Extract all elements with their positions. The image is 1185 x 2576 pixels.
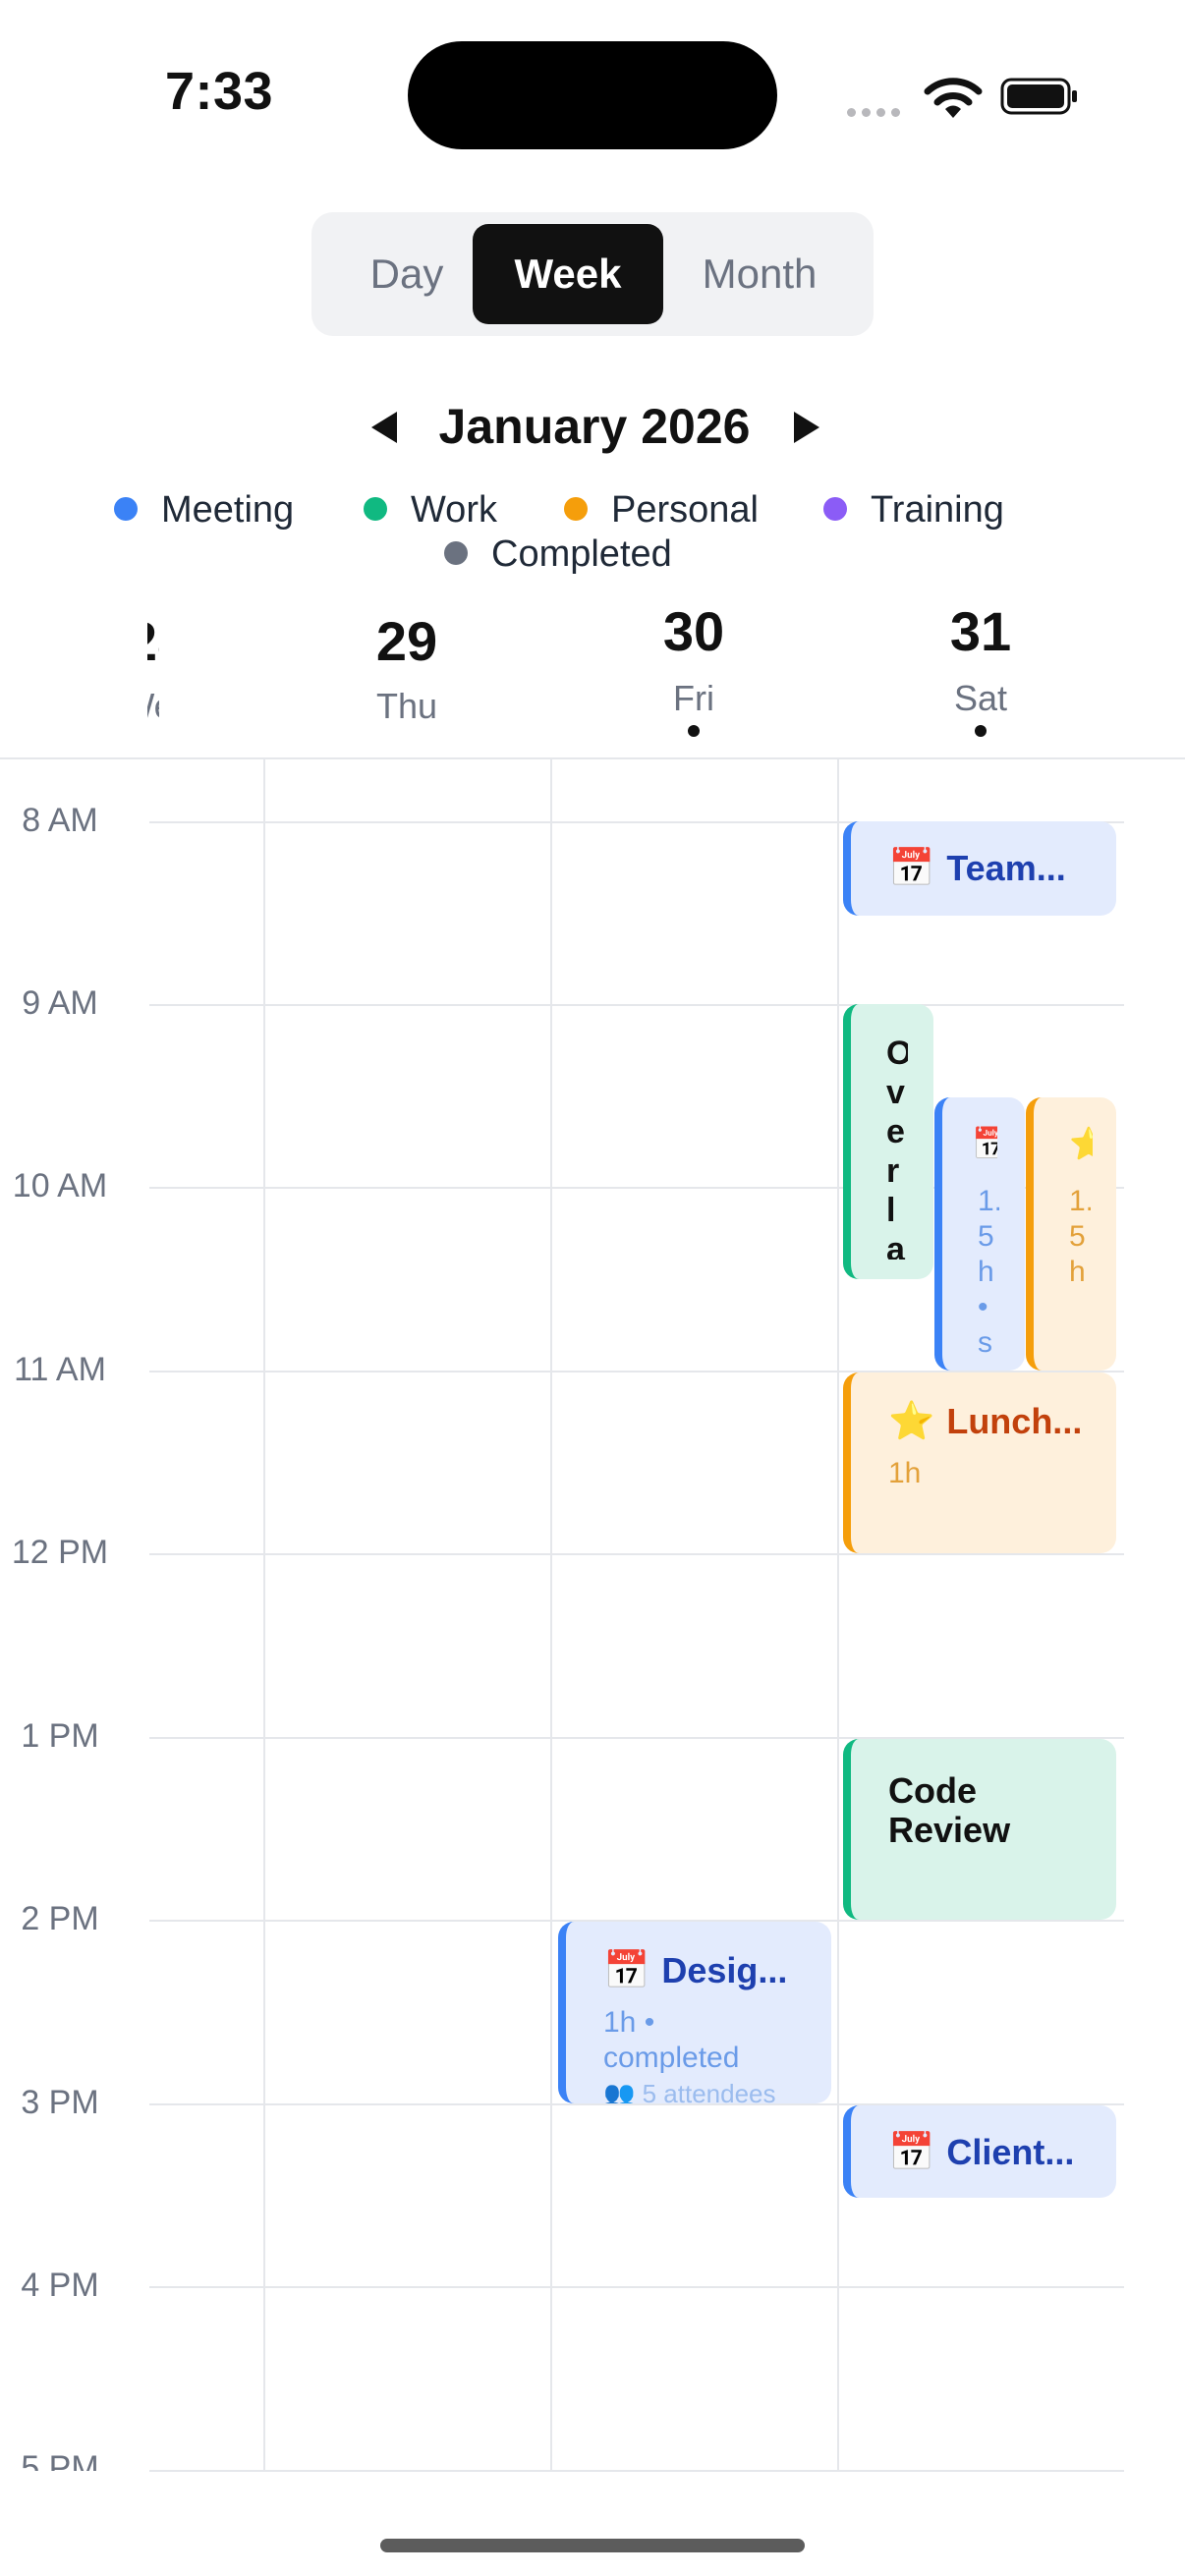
cellular-signal-icon (847, 104, 906, 122)
event-client-meeting[interactable]: 📅 Client... (843, 2105, 1116, 2198)
day-name-thu: Thu (375, 686, 438, 726)
tab-day[interactable]: Day (333, 224, 480, 324)
month-title: January 2026 (438, 399, 751, 454)
event-title: 📅 Client... (888, 2132, 1075, 2173)
calendar-icon: 📅 (972, 1125, 997, 1162)
event-duration: 1.5h • s (978, 1185, 999, 1359)
work-dot-icon (364, 496, 387, 521)
event-title: Overla (886, 1035, 908, 1260)
day-number-29[interactable]: 29 (309, 609, 505, 673)
event-duration: 1.5h (1069, 1185, 1091, 1288)
grid-bottom-line (149, 2470, 1124, 2472)
event-overlap[interactable]: Overla (843, 1004, 933, 1279)
event-status: completed (603, 2042, 740, 2074)
personal-dot-icon (564, 496, 588, 521)
calendar-icon: 📅 (888, 848, 935, 889)
battery-icon (1000, 78, 1077, 115)
hour-line (149, 2286, 1124, 2288)
event-title: 📅 Team... (888, 848, 1066, 889)
completed-dot-icon (444, 540, 468, 565)
hour-line (149, 1004, 1124, 1006)
event-duration: 1h • (603, 2006, 655, 2039)
wifi-icon (924, 78, 983, 118)
status-time: 7:33 (165, 62, 274, 121)
training-dot-icon (823, 496, 847, 521)
day-column-divider (550, 759, 552, 2471)
hour-label: 4 PM (21, 2267, 99, 2304)
star-icon: ⭐ (888, 1401, 935, 1442)
hour-label: 2 PM (21, 1900, 99, 1937)
dynamic-island (408, 41, 777, 149)
day-column-divider (263, 759, 265, 2471)
event-title-line2: Review (888, 1810, 1011, 1850)
event-design-review[interactable]: 📅 Desig... 1h • completed 👥 5 attendees (558, 1922, 831, 2103)
day-column-divider (837, 759, 839, 2471)
event-title: 📅 Desig... (603, 1950, 788, 1991)
event-personal-overlap[interactable]: ⭐ 1.5h (1026, 1097, 1116, 1371)
day-name-sat: Sat (953, 678, 1008, 718)
event-title: ⭐ Lunch... (888, 1401, 1083, 1442)
hour-label: 10 AM (12, 1167, 108, 1204)
tab-week[interactable]: Week (473, 224, 663, 324)
previous-arrow-icon[interactable] (366, 408, 405, 447)
day-name-fri: Fri (673, 678, 714, 718)
hour-label: 12 PM (11, 1534, 109, 1571)
legend-item-work: Work (364, 488, 497, 532)
legend-item-training: Training (823, 488, 1004, 532)
view-switcher: Day Week Month (311, 212, 874, 336)
hour-label: 1 PM (21, 1717, 99, 1755)
hour-label: 3 PM (21, 2084, 99, 2121)
hour-label: 11 AM (14, 1351, 106, 1388)
day-number-31[interactable]: 31 (882, 599, 1079, 663)
meeting-dot-icon (114, 496, 138, 521)
next-arrow-icon[interactable] (786, 408, 825, 447)
hour-line (149, 1553, 1124, 1555)
day-number-30[interactable]: 30 (595, 599, 792, 663)
legend-item-meeting: Meeting (114, 488, 294, 532)
legend-item-personal: Personal (564, 488, 759, 532)
event-title-line1: Code (888, 1770, 977, 1811)
calendar-icon: 📅 (603, 1950, 650, 1991)
tab-month[interactable]: Month (671, 224, 848, 324)
event-code-review[interactable]: Code Review (843, 1739, 1116, 1920)
hour-label: 8 AM (22, 802, 98, 839)
event-meeting-overlap[interactable]: 📅 1.5h • s (934, 1097, 1025, 1371)
home-indicator[interactable] (380, 2539, 805, 2552)
hour-label: 9 AM (22, 984, 98, 1022)
event-indicator-dot (688, 725, 700, 737)
event-lunch[interactable]: ⭐ Lunch... 1h (843, 1372, 1116, 1553)
header-divider (0, 757, 1185, 759)
calendar-icon: 📅 (888, 2132, 935, 2173)
event-attendees: 👥 5 attendees (603, 2079, 776, 2103)
event-indicator-dot (975, 725, 987, 737)
event-duration: 1h (888, 1457, 922, 1489)
hour-label-clipped: 5 PM (21, 2449, 99, 2471)
legend-item-completed: Completed (444, 532, 672, 576)
event-team-meeting[interactable]: 📅 Team... (843, 821, 1116, 916)
star-icon: ⭐ (1069, 1125, 1093, 1162)
